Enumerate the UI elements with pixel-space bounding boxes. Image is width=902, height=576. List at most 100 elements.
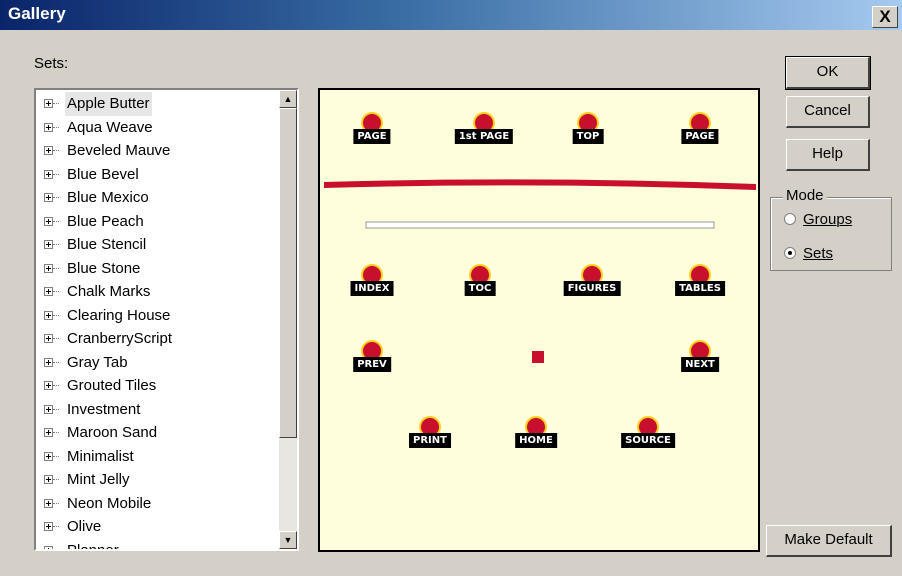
list-item[interactable]: Blue Bevel — [40, 163, 276, 187]
list-item[interactable]: Olive — [40, 515, 276, 539]
next-label: NEXT — [681, 357, 719, 372]
help-button[interactable]: Help — [786, 139, 870, 171]
expand-icon[interactable] — [44, 287, 53, 296]
expand-icon[interactable] — [44, 146, 53, 155]
radio-groups[interactable] — [784, 213, 796, 225]
tree-connector — [53, 385, 59, 386]
next-page-button: PAGE — [670, 112, 730, 152]
tree-connector — [53, 526, 59, 527]
list-item[interactable]: Neon Mobile — [40, 492, 276, 516]
list-item[interactable]: Minimalist — [40, 445, 276, 469]
expand-icon[interactable] — [44, 522, 53, 531]
tree-connector — [53, 479, 59, 480]
tree-connector — [53, 126, 59, 128]
ok-button[interactable]: OK — [785, 56, 871, 90]
list-item-label: Minimalist — [67, 447, 134, 465]
expand-icon[interactable] — [44, 475, 53, 484]
list-item-label: Clearing House — [67, 306, 171, 324]
expand-icon[interactable] — [44, 357, 53, 367]
tree-connector — [53, 173, 59, 175]
list-item[interactable]: Blue Stencil — [40, 233, 276, 257]
sets-list[interactable]: Apple Butter Aqua Weave Beveled Mauve Blue … — [34, 88, 299, 551]
expand-icon[interactable] — [44, 193, 53, 202]
tree-connector — [53, 432, 59, 433]
home-label: HOME — [515, 433, 557, 448]
list-item-label: Blue Stone — [67, 259, 141, 277]
expand-icon[interactable] — [44, 169, 53, 179]
source-label: SOURCE — [621, 433, 675, 448]
expand-icon[interactable] — [44, 381, 53, 390]
list-item[interactable]: Chalk Marks — [40, 280, 276, 304]
tree-connector — [53, 220, 59, 222]
next-page-label: PAGE — [681, 129, 719, 144]
list-item-label: Maroon Sand — [67, 424, 158, 441]
list-item-label: Blue Bevel — [67, 165, 139, 183]
list-item-label: Blue Mexico — [67, 189, 149, 206]
title-bar: Gallery X — [0, 0, 902, 30]
expand-icon[interactable] — [44, 240, 53, 249]
scroll-thumb[interactable] — [279, 108, 297, 438]
list-item-label: Blue Stencil — [67, 236, 147, 253]
list-item[interactable]: Mint Jelly — [40, 468, 276, 492]
list-item-label: Beveled Mauve — [67, 142, 171, 159]
expand-icon[interactable] — [44, 99, 53, 108]
top-label: TOP — [572, 129, 604, 144]
list-item[interactable]: Maroon Sand — [40, 421, 276, 445]
expand-icon[interactable] — [44, 545, 53, 549]
list-item-label: Planner — [67, 541, 119, 551]
tables-label: TABLES — [675, 281, 725, 296]
first-page-button: 1st PAGE — [454, 112, 514, 152]
toc-button: TOC — [450, 264, 510, 304]
cancel-button[interactable]: Cancel — [786, 96, 870, 128]
expand-icon[interactable] — [44, 310, 53, 320]
expand-icon[interactable] — [44, 216, 53, 226]
list-item[interactable]: Blue Mexico — [40, 186, 276, 210]
list-item[interactable]: Apple Butter — [40, 92, 276, 116]
sets-list-scrollbar[interactable]: ▲ ▼ — [279, 90, 297, 549]
expand-icon[interactable] — [44, 404, 53, 414]
mode-groups-label: Groups — [803, 211, 853, 228]
scroll-down-button[interactable]: ▼ — [279, 531, 297, 549]
list-item[interactable]: Clearing House — [40, 304, 276, 328]
list-item[interactable]: Aqua Weave — [40, 116, 276, 140]
list-item[interactable]: Blue Peach — [40, 210, 276, 234]
preview-pane: PAGE 1st PAGE TOP PAGE INDEX TOC FIGURES… — [318, 88, 760, 552]
list-item-label: Chalk Marks — [67, 283, 151, 300]
list-item[interactable]: Beveled Mauve — [40, 139, 276, 163]
center-marker — [532, 351, 544, 363]
divider-bar — [324, 179, 756, 190]
tree-connector — [53, 550, 59, 551]
tables-button: TABLES — [670, 264, 730, 304]
index-label: INDEX — [350, 281, 394, 296]
list-item-label: Blue Peach — [67, 212, 144, 230]
list-item-label: Investment — [67, 400, 141, 418]
expand-icon[interactable] — [44, 451, 53, 461]
expand-icon[interactable] — [44, 428, 53, 437]
expand-icon[interactable] — [44, 263, 53, 273]
expand-icon[interactable] — [44, 122, 53, 132]
close-icon: X — [879, 7, 891, 26]
list-item-label: CranberryScript — [67, 330, 173, 347]
scroll-up-button[interactable]: ▲ — [279, 90, 297, 108]
list-item[interactable]: CranberryScript — [40, 327, 276, 351]
radio-sets[interactable] — [784, 247, 796, 259]
next-button: NEXT — [670, 340, 730, 380]
list-item[interactable]: Investment — [40, 398, 276, 422]
mode-legend: Mode — [783, 187, 827, 204]
make-default-button[interactable]: Make Default — [766, 525, 892, 557]
list-item[interactable]: Planner — [40, 539, 276, 551]
expand-icon[interactable] — [44, 498, 53, 508]
tree-connector — [53, 314, 59, 316]
prev-page-button: PAGE — [342, 112, 402, 152]
horizontal-rule — [365, 221, 715, 229]
list-item[interactable]: Blue Stone — [40, 257, 276, 281]
list-item[interactable]: Gray Tab — [40, 351, 276, 375]
mode-sets-label: Sets — [803, 245, 834, 262]
list-item[interactable]: Grouted Tiles — [40, 374, 276, 398]
expand-icon[interactable] — [44, 334, 53, 343]
sets-label: Sets: — [34, 55, 69, 72]
close-button[interactable]: X — [872, 6, 898, 28]
figures-button: FIGURES — [562, 264, 622, 304]
list-item-label: Aqua Weave — [67, 118, 153, 136]
print-label: PRINT — [409, 433, 451, 448]
